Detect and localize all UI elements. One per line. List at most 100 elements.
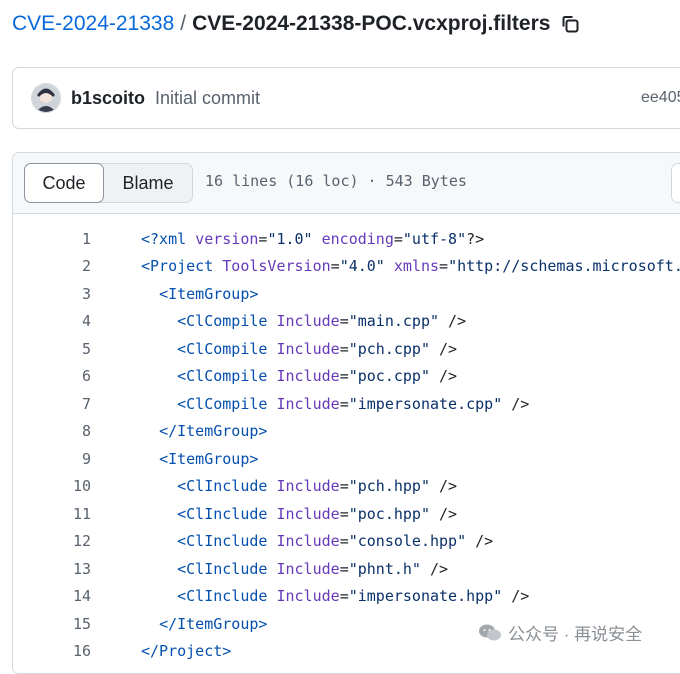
code-line: 5 <ClCompile Include="pch.cpp" /> <box>13 335 680 363</box>
line-number[interactable]: 2 <box>13 257 91 275</box>
code-token: "phnt.h" <box>348 559 421 578</box>
line-source: <ClCompile Include="main.cpp" /> <box>141 312 466 330</box>
code-line: 11 <ClInclude Include="poc.hpp" /> <box>13 500 680 528</box>
line-source: <Project ToolsVersion="4.0" xmlns="http:… <box>141 257 680 275</box>
line-number[interactable]: 12 <box>13 532 91 550</box>
code-token: = <box>339 587 349 606</box>
line-number[interactable]: 14 <box>13 587 91 605</box>
code-token: Include <box>276 559 340 578</box>
code-line: 12 <ClInclude Include="console.hpp" /> <box>13 528 680 556</box>
code-token: = <box>339 504 349 523</box>
line-number[interactable]: 15 <box>13 615 91 633</box>
code-line: 3 <ItemGroup> <box>13 280 680 308</box>
line-source: </Project> <box>141 642 231 660</box>
line-source: <ClInclude Include="console.hpp" /> <box>141 532 493 550</box>
line-source: <?xml version="1.0" encoding="utf-8"?> <box>141 230 484 248</box>
code-token: </Project> <box>141 642 232 661</box>
code-token: /> <box>430 504 458 523</box>
line-number[interactable]: 13 <box>13 560 91 578</box>
line-number[interactable]: 6 <box>13 367 91 385</box>
line-source: <ClCompile Include="impersonate.cpp" /> <box>141 395 529 413</box>
code-token: /> <box>430 477 458 496</box>
line-source: <ClInclude Include="poc.hpp" /> <box>141 505 457 523</box>
code-token: </ItemGroup> <box>159 422 268 441</box>
file-viewer: Code Blame 16 lines (16 loc) · 543 Bytes… <box>12 152 680 674</box>
line-number[interactable]: 10 <box>13 477 91 495</box>
file-info: 16 lines (16 loc) · 543 Bytes <box>205 172 467 190</box>
code-token: /> <box>502 394 530 413</box>
view-toggle: Code Blame <box>24 163 193 203</box>
line-source: </ItemGroup> <box>141 422 267 440</box>
code-token: <ClCompile <box>177 312 277 331</box>
line-source: <ClInclude Include="impersonate.hpp" /> <box>141 587 529 605</box>
line-number[interactable]: 4 <box>13 312 91 330</box>
code-token: Include <box>276 312 340 331</box>
line-number[interactable]: 8 <box>13 422 91 440</box>
code-token: /> <box>466 532 494 551</box>
code-token: /> <box>420 559 449 578</box>
line-number[interactable]: 9 <box>13 450 91 468</box>
file-name: CVE-2024-21338-POC.vcxproj.filters <box>192 12 551 35</box>
code-token: <ClCompile <box>177 339 277 358</box>
code-token: "poc.cpp" <box>348 367 430 386</box>
line-number[interactable]: 5 <box>13 340 91 358</box>
code-line: 2 <Project ToolsVersion="4.0" xmlns="http… <box>13 253 680 281</box>
code-line: 7 <ClCompile Include="impersonate.cpp" /… <box>13 390 680 418</box>
file-actions-button[interactable] <box>671 163 680 203</box>
line-number[interactable]: 7 <box>13 395 91 413</box>
commit-author[interactable]: b1scoito <box>71 88 145 109</box>
repo-link[interactable]: CVE-2024-21338 <box>12 12 174 36</box>
code-token: = <box>330 257 340 276</box>
code-line: 8 </ItemGroup> <box>13 418 680 446</box>
code-content: 1 <?xml version="1.0" encoding="utf-8"?> 2… <box>13 225 680 665</box>
watermark-text: 公众号 · 再说安全 <box>508 625 643 644</box>
line-source: <ItemGroup> <box>141 450 258 468</box>
line-source: </ItemGroup> <box>141 615 267 633</box>
line-number[interactable]: 1 <box>13 230 91 248</box>
code-token: = <box>393 229 403 248</box>
breadcrumb: CVE-2024-21338 / CVE-2024-21338-POC.vcxp… <box>12 9 580 39</box>
breadcrumb-separator: / <box>180 12 187 35</box>
code-token: <Project <box>141 257 223 276</box>
code-tab[interactable]: Code <box>24 163 104 203</box>
code-token: "poc.hpp" <box>348 504 430 523</box>
code-line: 9 <ItemGroup> <box>13 445 680 473</box>
code-token: "utf-8" <box>402 229 467 248</box>
code-token: = <box>339 339 349 358</box>
code-token: "http://schemas.microsoft. <box>448 257 680 276</box>
code-token: </ItemGroup> <box>159 614 268 633</box>
line-number[interactable]: 11 <box>13 505 91 523</box>
line-source: <ItemGroup> <box>141 285 258 303</box>
code-line: 6 <ClCompile Include="poc.cpp" /> <box>13 363 680 391</box>
line-number[interactable]: 3 <box>13 285 91 303</box>
wechat-icon <box>478 623 502 643</box>
code-token: "4.0" <box>339 257 385 276</box>
code-line: 10 <ClInclude Include="pch.hpp" /> <box>13 473 680 501</box>
code-line: 4 <ClCompile Include="main.cpp" /> <box>13 308 680 336</box>
code-token: <ClInclude <box>177 587 277 606</box>
code-token: <ClInclude <box>177 559 277 578</box>
avatar[interactable] <box>31 83 61 113</box>
file-header: Code Blame 16 lines (16 loc) · 543 Bytes <box>13 153 680 214</box>
code-token: /> <box>502 587 530 606</box>
code-token: Include <box>276 587 340 606</box>
commit-message[interactable]: Initial commit <box>155 88 260 109</box>
code-token: Include <box>276 532 340 551</box>
blame-tab[interactable]: Blame <box>104 164 192 202</box>
code-token: "pch.hpp" <box>348 477 430 496</box>
watermark: 公众号 · 再说安全 <box>478 620 642 645</box>
line-number[interactable]: 16 <box>13 642 91 660</box>
code-line: 1 <?xml version="1.0" encoding="utf-8"?> <box>13 225 680 253</box>
code-token: = <box>339 367 349 386</box>
copy-icon[interactable] <box>560 14 580 34</box>
line-source: <ClInclude Include="phnt.h" /> <box>141 560 448 578</box>
commit-sha[interactable]: ee405 <box>641 89 680 107</box>
